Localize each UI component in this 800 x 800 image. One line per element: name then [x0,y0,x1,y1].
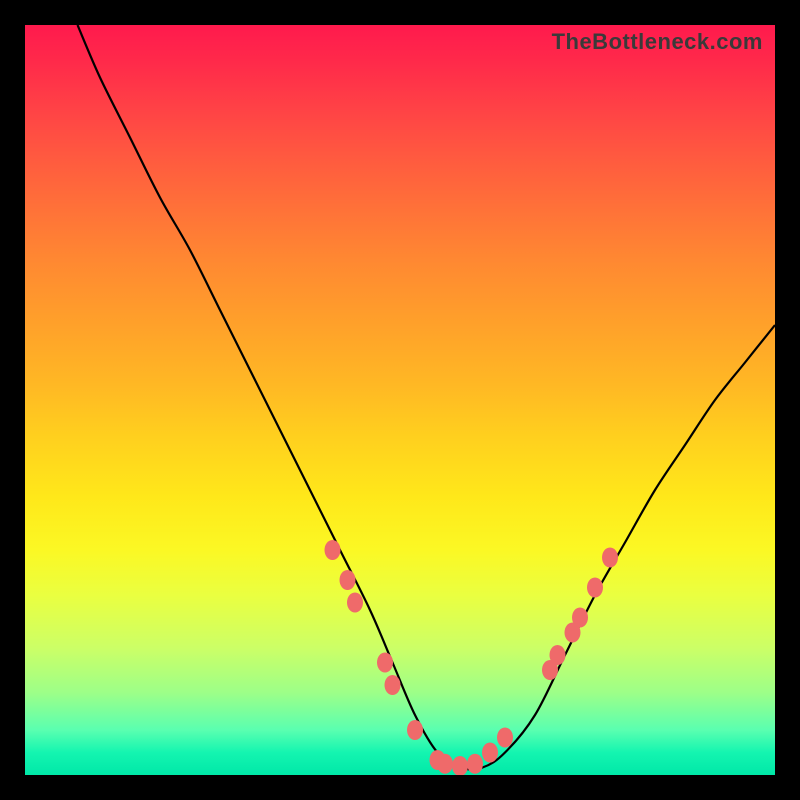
highlight-dot [482,743,498,763]
highlight-dot [430,750,446,770]
highlight-dot [377,653,393,673]
highlight-dots [325,540,619,775]
highlight-dot [340,570,356,590]
highlight-dot [437,754,453,774]
highlight-dot [497,728,513,748]
highlight-dot [467,754,483,774]
highlight-dot [550,645,566,665]
highlight-dot [407,720,423,740]
plot-area: TheBottleneck.com [25,25,775,775]
bottleneck-curve [78,25,776,769]
highlight-dot [565,623,581,643]
watermark-label: TheBottleneck.com [552,29,763,55]
chart-frame: TheBottleneck.com [0,0,800,800]
chart-svg [25,25,775,775]
highlight-dot [542,660,558,680]
highlight-dot [385,675,401,695]
highlight-dot [452,756,468,775]
highlight-dot [572,608,588,628]
highlight-dot [602,548,618,568]
highlight-dot [325,540,341,560]
highlight-dot [347,593,363,613]
highlight-dot [587,578,603,598]
